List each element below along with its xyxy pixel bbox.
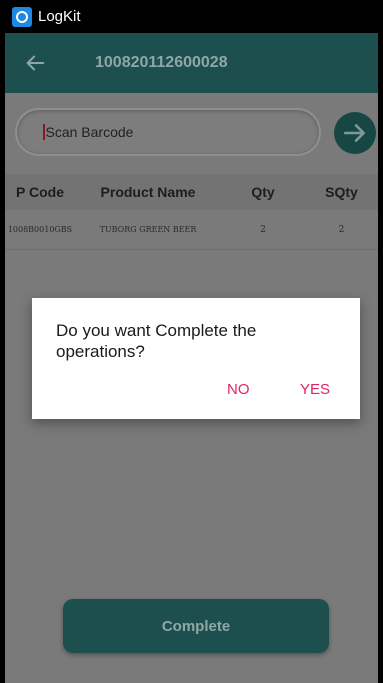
dialog-yes-button[interactable]: YES [300,381,330,398]
confirm-dialog: Do you want Complete the operations? NO … [32,298,360,419]
app-screen: 100820112600028 Scan Barcode P Code Prod… [5,33,378,683]
back-button[interactable] [5,33,65,93]
barcode-input[interactable]: Scan Barcode [15,108,321,156]
cell-product-name: TUBORG GREEN BEER [99,225,197,234]
cell-sqty: 2 [338,224,345,235]
app-bar: 100820112600028 [5,33,378,93]
header-pcode: P Code [16,184,64,200]
app-name: LogKit [38,8,81,25]
logkit-app-icon [12,6,32,27]
barcode-placeholder: Scan Barcode [45,124,134,140]
cell-qty: 2 [260,224,266,235]
table-row[interactable]: 1008B0010GBS TUBORG GREEN BEER 2 2 [5,210,378,250]
arrow-left-icon [26,55,45,71]
submit-barcode-button[interactable] [334,112,376,154]
dialog-no-button[interactable]: NO [227,381,250,398]
arrow-right-icon [343,124,365,142]
complete-button[interactable]: Complete [63,599,329,653]
cell-pcode: 1008B0010GBS [7,224,73,234]
header-product-name: Product Name [100,184,196,200]
table-header: P Code Product Name Qty SQty [5,174,378,210]
search-row: Scan Barcode [5,108,378,160]
page-title: 100820112600028 [95,54,228,71]
header-sqty: SQty [325,184,358,200]
dialog-message: Do you want Complete the operations? [56,321,257,361]
status-bar: LogKit [0,0,383,33]
header-qty: Qty [251,184,275,200]
text-caret [43,124,45,140]
